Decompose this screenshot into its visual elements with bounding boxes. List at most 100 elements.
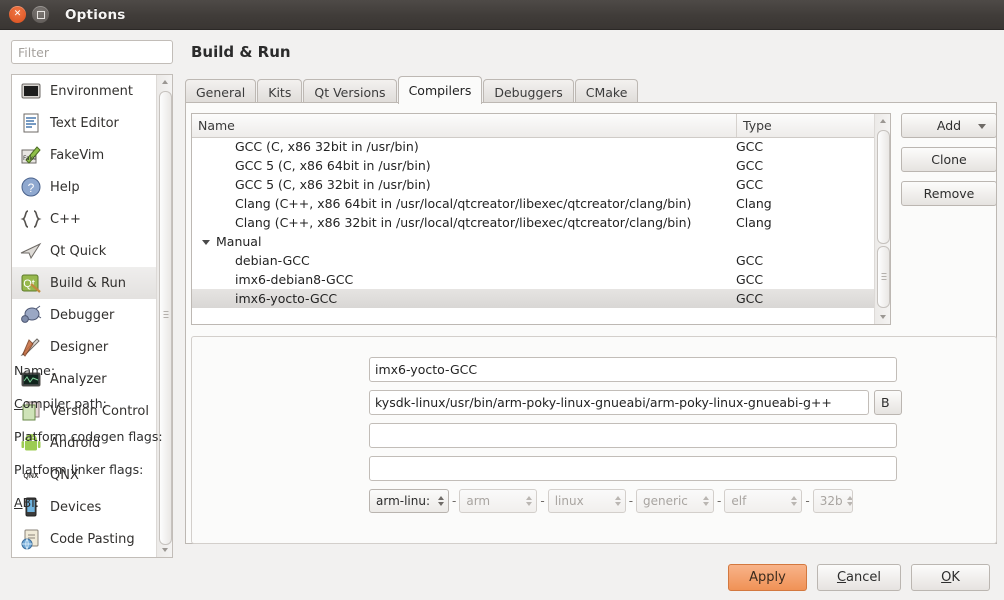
tab-general[interactable]: General <box>185 79 256 104</box>
tab-label: Compilers <box>409 83 472 98</box>
sidebar-item-label: Build & Run <box>50 276 126 291</box>
add-button[interactable]: Add <box>901 113 997 138</box>
list-scroll-thumb-lower[interactable] <box>877 246 890 308</box>
sidebar-item-designer[interactable]: Designer <box>12 331 156 363</box>
tab-bar: GeneralKits Qt Versions Compilers Debuggers… <box>185 76 639 104</box>
sidebar-item-build-run[interactable]: QtBuild & Run <box>12 267 156 299</box>
triangle-down-icon[interactable] <box>202 240 210 245</box>
spinner-arrows-icon[interactable] <box>526 496 532 506</box>
table-row[interactable]: imx6-debian8-GCCGCC <box>192 270 875 289</box>
abi-combo-0[interactable]: arm-linu: <box>369 489 449 513</box>
list-scroll-thumb[interactable] <box>877 130 890 244</box>
close-icon[interactable]: ✕ <box>9 6 26 23</box>
cell-text: debian-GCC <box>235 253 310 268</box>
table-row[interactable]: imx6-yocto-GCCGCC <box>192 289 875 308</box>
tab-debuggers[interactable]: Debuggers <box>483 79 573 104</box>
platform-codegen-flags-label: Platform codegen flags: <box>14 429 163 444</box>
compiler-path-input[interactable] <box>369 390 869 415</box>
spinner-arrows-icon[interactable] <box>703 496 709 506</box>
chevron-down-icon <box>978 124 986 129</box>
remove-button-label: Remove <box>924 186 975 201</box>
list-scroll-up-icon[interactable] <box>875 114 890 128</box>
question-mark-icon: ? <box>20 176 42 198</box>
list-scrollbar[interactable] <box>874 114 890 324</box>
tab-label: Debuggers <box>494 85 562 100</box>
apply-button[interactable]: Apply <box>728 564 807 591</box>
filter-input[interactable] <box>11 40 173 64</box>
spinner-arrows-icon[interactable] <box>438 496 444 506</box>
sidebar-scrollbar[interactable] <box>156 75 172 557</box>
platform-linker-flags-input[interactable] <box>369 456 897 481</box>
clone-button-label: Clone <box>931 152 966 167</box>
spinner-arrows-icon[interactable] <box>847 496 853 506</box>
sidebar-item-help[interactable]: ?Help <box>12 171 156 203</box>
sidebar-item-debugger[interactable]: Debugger <box>12 299 156 331</box>
compiler-name-cell: imx6-debian8-GCC <box>192 272 730 287</box>
sidebar-item-environment[interactable]: Environment <box>12 75 156 107</box>
svg-text:?: ? <box>28 181 35 195</box>
abi-label: ABI: <box>14 495 39 510</box>
spinner-arrows-icon[interactable] <box>615 496 621 506</box>
ok-button-label: OK <box>941 570 960 585</box>
table-row[interactable]: Clang (C++, x86 32bit in /usr/local/qtcr… <box>192 213 875 232</box>
table-row[interactable]: Clang (C++, x86 64bit in /usr/local/qtcr… <box>192 194 875 213</box>
table-row[interactable]: GCC 5 (C, x86 32bit in /usr/bin)GCC <box>192 175 875 194</box>
column-header-type[interactable]: Type <box>737 114 890 137</box>
tab-cmake[interactable]: CMake <box>575 79 639 104</box>
category-sidebar[interactable]: Environment Text EditorFakeFakeVim?HelpC+… <box>11 74 173 558</box>
clone-button[interactable]: Clone <box>901 147 997 172</box>
sidebar-item-qt-quick[interactable]: Qt Quick <box>12 235 156 267</box>
sidebar-item-code-pasting[interactable]: Code Pasting <box>12 523 156 555</box>
abi-combo-4: elf <box>724 489 802 513</box>
tab-kits[interactable]: Kits <box>257 79 302 104</box>
remove-button[interactable]: Remove <box>901 181 997 206</box>
sidebar-scroll-thumb[interactable] <box>159 91 172 545</box>
sidebar-item-text-editor[interactable]: Text Editor <box>12 107 156 139</box>
abi-separator: - <box>714 494 724 508</box>
tab-label: Qt Versions <box>314 85 385 100</box>
apply-button-label: Apply <box>749 570 786 585</box>
add-button-label: Add <box>937 118 961 133</box>
category-list: Environment Text EditorFakeFakeVim?HelpC+… <box>12 75 156 555</box>
scroll-up-icon[interactable] <box>157 75 172 89</box>
compiler-type-cell: Clang <box>730 215 875 230</box>
sidebar-item-c[interactable]: C++ <box>12 203 156 235</box>
compilers-list[interactable]: Name Type GCC (C, x86 32bit in /usr/bin)… <box>191 113 891 325</box>
abi-separator: - <box>449 494 459 508</box>
group-header-cell: Manual <box>192 234 730 249</box>
compiler-type-cell: GCC <box>730 139 875 154</box>
sidebar-item-label: Designer <box>50 340 108 355</box>
name-input[interactable] <box>369 357 897 382</box>
platform-codegen-flags-input[interactable] <box>369 423 897 448</box>
sidebar-item-fakevim[interactable]: FakeFakeVim <box>12 139 156 171</box>
column-header-name[interactable]: Name <box>192 114 737 137</box>
table-row[interactable]: GCC (C, x86 32bit in /usr/bin) GCC <box>192 137 875 156</box>
cell-text: Manual <box>216 234 261 249</box>
cancel-button[interactable]: Cancel <box>817 564 901 591</box>
maximize-icon[interactable] <box>32 6 49 23</box>
sidebar-item-label: Analyzer <box>50 372 107 387</box>
compiler-name-cell: Clang (C++, x86 64bit in /usr/local/qtcr… <box>192 196 730 211</box>
table-row[interactable]: Manual <box>192 232 875 251</box>
bug-icon <box>20 304 42 326</box>
ok-button[interactable]: OK <box>911 564 990 591</box>
compiler-type-cell: GCC <box>730 253 875 268</box>
abi-combo-row: arm-linu:-arm-linux-generic-elf-32b <box>369 489 853 513</box>
abi-combo-3: generic <box>636 489 714 513</box>
list-rows: GCC (C, x86 32bit in /usr/bin)GCCGCC 5 (… <box>192 137 875 324</box>
table-row[interactable]: GCC 5 (C, x86 64bit in /usr/bin)GCC <box>192 156 875 175</box>
table-row[interactable]: debian-GCC GCC <box>192 251 875 270</box>
browse-button[interactable]: B <box>874 390 902 415</box>
list-scroll-down-icon[interactable] <box>875 310 890 324</box>
abi-combo-value: arm <box>466 494 490 508</box>
fakevim-icon: Fake <box>20 144 42 166</box>
cell-text: imx6-yocto-GCC <box>235 291 337 306</box>
tab-qt-versions[interactable]: Qt Versions <box>303 79 396 104</box>
spinner-arrows-icon[interactable] <box>791 496 797 506</box>
sidebar-item-label: Environment <box>50 84 133 99</box>
tab-compilers[interactable]: Compilers <box>398 76 483 104</box>
cell-text: GCC (C, x86 32bit in /usr/bin) <box>235 139 419 154</box>
name-label: Name: <box>14 363 55 378</box>
document-lines-icon <box>20 112 42 134</box>
compiler-type-cell: GCC <box>730 158 875 173</box>
